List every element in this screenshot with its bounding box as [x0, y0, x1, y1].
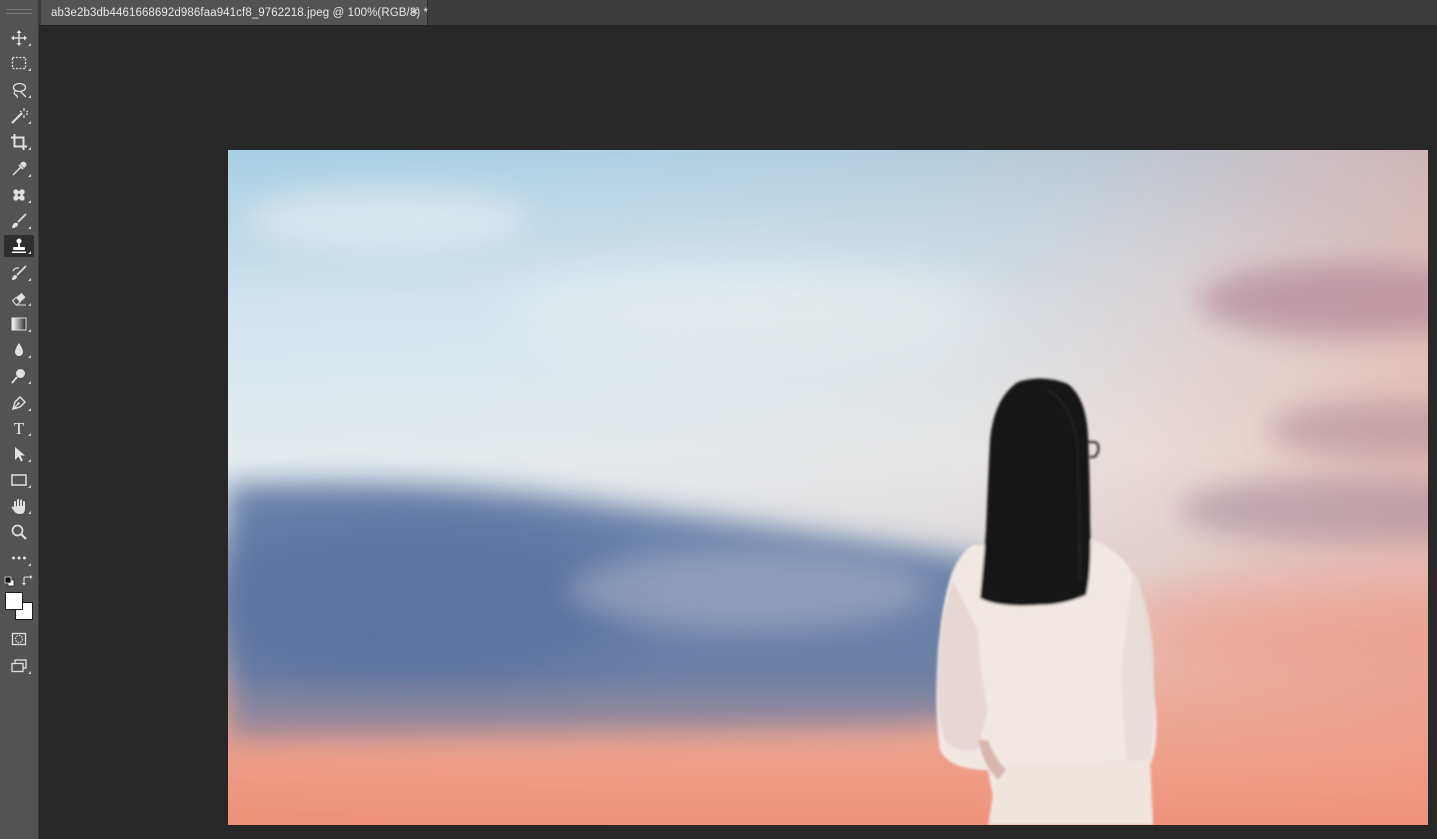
sunset-photo: [228, 150, 1428, 825]
crop-icon: [11, 134, 27, 150]
brush-icon: [12, 213, 27, 228]
foreground-color-swatch[interactable]: [5, 592, 23, 610]
subtools-indicator: [28, 355, 31, 358]
stamp-icon: [12, 238, 26, 253]
rectangle-icon: [11, 474, 27, 486]
type-icon: T: [14, 419, 25, 437]
path-selection-tool-button[interactable]: [4, 443, 34, 465]
screen-mode-button[interactable]: [4, 655, 34, 677]
quick-mask-button[interactable]: [4, 628, 34, 650]
document-tab-bar: ab3e2b3db4461668692d986faa941cf8_9762218…: [39, 0, 1437, 26]
subtools-indicator: [28, 226, 31, 229]
pen-tool-button[interactable]: [4, 392, 34, 414]
subtools-indicator: [28, 381, 31, 384]
color-swatches: [4, 574, 36, 624]
close-tab-icon[interactable]: ×: [412, 6, 418, 18]
default-colors-icon[interactable]: [4, 576, 15, 587]
subtools-indicator: [28, 511, 31, 514]
blur-tool-button[interactable]: [4, 339, 34, 361]
eraser-tool-button[interactable]: [4, 287, 34, 309]
gradient-tool-button[interactable]: [4, 313, 34, 335]
zoom-tool-button[interactable]: [4, 521, 34, 543]
brush-tool-button[interactable]: [4, 210, 34, 232]
photoshop-window: T ab3e2b3db4461668692d986faa941cf8_97622…: [0, 0, 1437, 839]
subtools-indicator: [28, 485, 31, 488]
subtools-indicator: [28, 459, 31, 462]
document-canvas-image[interactable]: [228, 150, 1428, 825]
lasso-icon: [12, 82, 27, 99]
rectangle-tool-button[interactable]: [4, 469, 34, 491]
subtools-indicator: [28, 200, 31, 203]
subtools-indicator: [28, 95, 31, 98]
crop-tool-button[interactable]: [4, 131, 34, 153]
move-tool-button[interactable]: [4, 27, 34, 49]
arrow-icon: [15, 447, 25, 462]
hand-icon: [11, 499, 25, 514]
dodge-tool-button[interactable]: [4, 365, 34, 387]
subtools-indicator: [28, 121, 31, 124]
lasso-tool-button[interactable]: [4, 79, 34, 101]
subtools-indicator: [28, 147, 31, 150]
history-brush-tool-button[interactable]: [4, 262, 34, 284]
subtools-indicator: [28, 278, 31, 281]
canvas-workspace[interactable]: [40, 26, 1437, 839]
drop-icon: [15, 343, 23, 356]
tools-panel: T: [0, 0, 39, 839]
dodge-icon: [11, 369, 25, 384]
subtools-indicator: [28, 671, 31, 674]
subtools-indicator: [28, 408, 31, 411]
more-icon: [12, 556, 26, 560]
subtools-indicator: [28, 329, 31, 332]
hand-tool-button[interactable]: [4, 495, 34, 517]
magic-wand-icon: [11, 108, 28, 124]
history-brush-icon: [12, 265, 27, 280]
eyedropper-tool-button[interactable]: [4, 158, 34, 180]
type-tool-button[interactable]: T: [4, 417, 34, 439]
healing-brush-tool-button[interactable]: [4, 184, 34, 206]
clone-stamp-tool-button[interactable]: [4, 235, 34, 257]
eraser-icon: [11, 292, 26, 306]
swap-colors-icon[interactable]: [22, 575, 33, 586]
subtools-indicator: [28, 303, 31, 306]
pen-icon: [11, 395, 27, 411]
subtools-indicator: [28, 251, 31, 254]
edit-toolbar-button[interactable]: [4, 547, 34, 569]
gradient-icon: [11, 317, 27, 331]
move-icon: [11, 30, 27, 46]
type-tool-glyph: T: [14, 419, 25, 437]
document-tab[interactable]: ab3e2b3db4461668692d986faa941cf8_9762218…: [41, 0, 428, 25]
zoom-icon: [11, 524, 27, 540]
rectangular-marquee-tool-button[interactable]: [4, 52, 34, 74]
quick-mask-icon: [11, 632, 27, 646]
subtools-indicator: [28, 433, 31, 436]
subtools-indicator: [28, 174, 31, 177]
magic-wand-tool-button[interactable]: [4, 105, 34, 127]
eyedropper-icon: [12, 161, 27, 176]
subtools-indicator: [28, 43, 31, 46]
subtools-indicator: [28, 563, 31, 566]
document-tab-title: ab3e2b3db4461668692d986faa941cf8_9762218…: [51, 6, 429, 19]
screen-mode-icon: [11, 659, 27, 673]
toolbar-grip[interactable]: [6, 9, 32, 14]
marquee-icon: [11, 56, 27, 70]
bandage-icon: [13, 189, 25, 201]
subtools-indicator: [28, 68, 31, 71]
